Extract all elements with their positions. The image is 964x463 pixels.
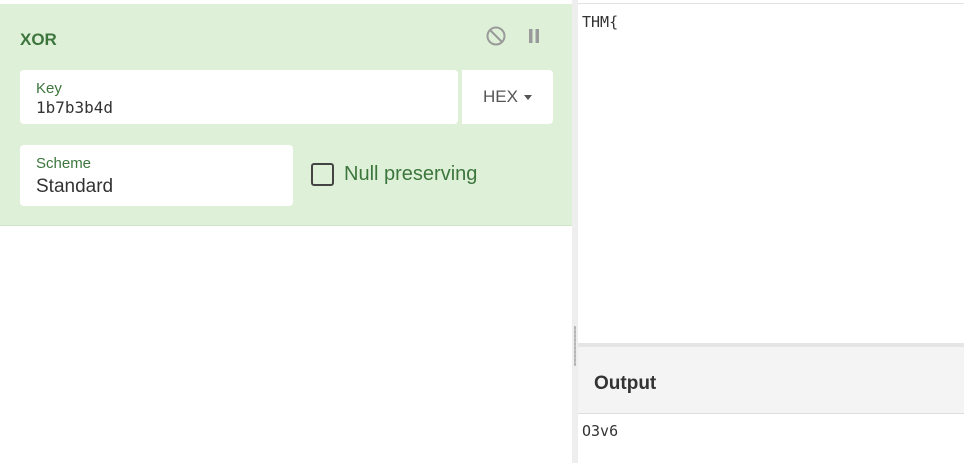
key-format-label: HEX [483,87,518,106]
output-title: Output [594,373,657,394]
output-header: Output [578,347,964,414]
scheme-field[interactable]: Scheme Standard [20,145,293,206]
resize-handle[interactable] [574,326,576,366]
input-textarea[interactable]: THM{ [578,3,964,344]
key-input[interactable]: 1b7b3b4d [36,98,113,117]
key-format-dropdown[interactable]: HEX [462,70,553,124]
input-text: THM{ [582,13,619,31]
output-textarea[interactable]: O3v6 [578,414,964,463]
pause-icon[interactable] [522,24,546,48]
scheme-label: Scheme [36,155,92,172]
output-text: O3v6 [582,422,619,440]
operation-title: XOR [20,30,57,49]
caret-down-icon [523,95,532,100]
null-preserving-option[interactable]: Null preserving [311,163,477,186]
scheme-select[interactable]: Standard [36,176,113,198]
xor-operation: XOR Key 1b7b3b4d HEX Scheme Standard Nul… [0,4,572,226]
null-preserving-checkbox[interactable] [311,163,334,186]
recipe-pane: XOR Key 1b7b3b4d HEX Scheme Standard Nul… [0,0,572,463]
key-field[interactable]: Key 1b7b3b4d [20,70,458,124]
disable-icon[interactable] [484,24,508,48]
cyberchef-workspace: XOR Key 1b7b3b4d HEX Scheme Standard Nul… [0,0,964,463]
key-label: Key [36,80,62,97]
null-preserving-label: Null preserving [344,163,478,185]
io-pane: THM{ Output O3v6 [578,0,964,463]
